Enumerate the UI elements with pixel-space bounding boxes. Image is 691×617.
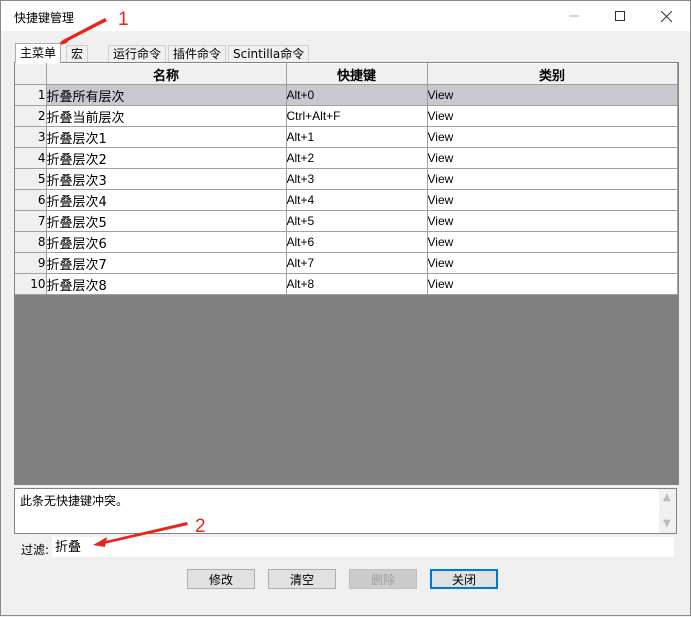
annotation-arrow-2 [95,522,188,545]
annotation-label-1: 1 [118,9,129,30]
shortcut-manager-window: 快捷键管理 主菜单 宏 运行命令 插件命令 Scintilla命令 名称 快捷键… [0,0,691,616]
annotation-arrows [57,18,188,547]
annotation-arrowhead-2 [93,537,107,547]
tab-main-menu[interactable]: 主菜单 [15,43,62,63]
annotation-label-2: 2 [195,516,206,537]
